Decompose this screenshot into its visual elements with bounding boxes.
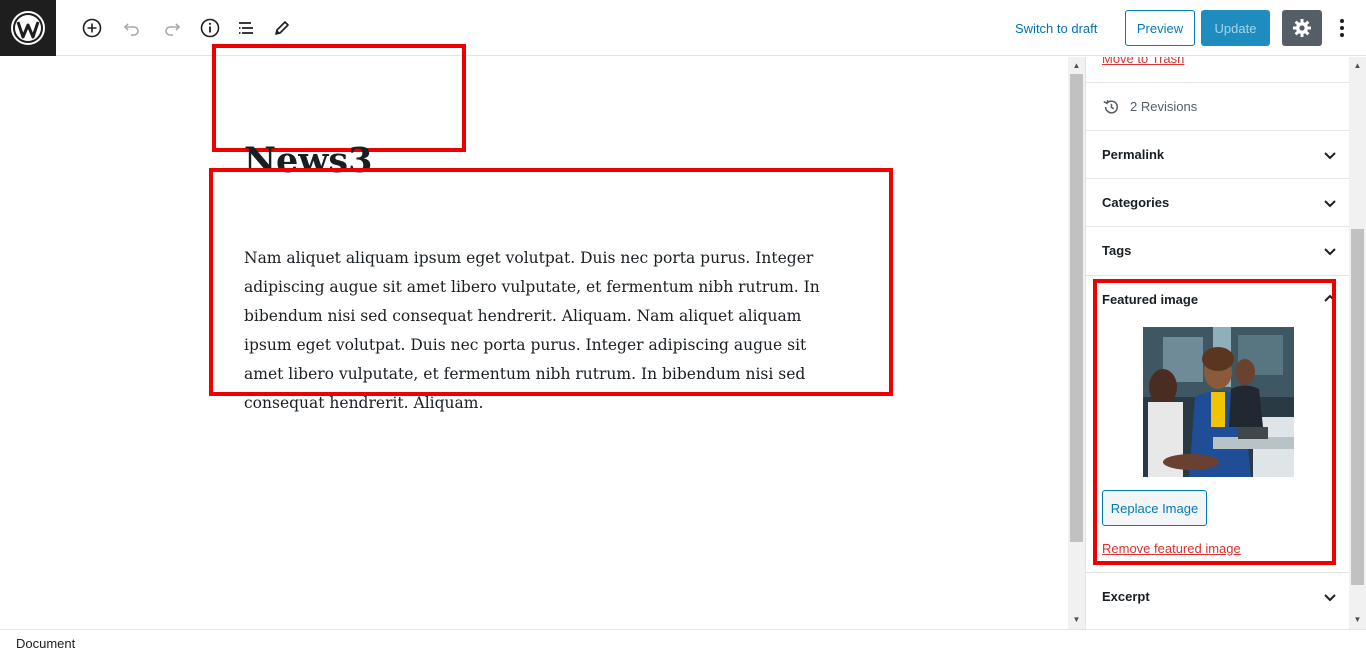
chevron-down-icon — [1324, 200, 1336, 208]
chevron-down-icon — [1324, 248, 1336, 256]
breadcrumb-document[interactable]: Document — [16, 636, 75, 651]
info-icon[interactable] — [196, 14, 224, 42]
featured-image-highlight-box — [1093, 279, 1336, 565]
panel-label: Tags — [1102, 243, 1132, 258]
paragraph-block[interactable]: Nam aliquet aliquam ipsum eget volutpat.… — [244, 244, 834, 418]
revisions-label: 2 Revisions — [1130, 99, 1198, 114]
settings-button[interactable] — [1282, 10, 1322, 46]
preview-button[interactable]: Preview — [1125, 10, 1195, 46]
panel-permalink[interactable]: Permalink — [1086, 130, 1349, 178]
history-icon — [1103, 99, 1119, 114]
scroll-down-arrow-icon[interactable]: ▼ — [1070, 612, 1083, 627]
revisions-link[interactable]: 2 Revisions — [1086, 82, 1349, 130]
move-to-trash-link[interactable]: Move to Trash — [1102, 57, 1184, 66]
editor-header: Switch to draft Preview Update — [0, 0, 1366, 56]
gear-icon — [1293, 19, 1311, 37]
pencil-icon[interactable] — [268, 14, 296, 42]
panel-tags[interactable]: Tags — [1086, 226, 1349, 274]
editor-scrollbar-thumb[interactable] — [1070, 74, 1083, 542]
scroll-up-arrow-icon[interactable]: ▲ — [1070, 58, 1083, 73]
panel-categories[interactable]: Categories — [1086, 178, 1349, 226]
plus-circle-icon[interactable] — [78, 14, 106, 42]
update-button[interactable]: Update — [1201, 10, 1270, 46]
wordpress-logo-icon[interactable] — [0, 0, 56, 56]
scroll-up-arrow-icon[interactable]: ▲ — [1351, 58, 1364, 73]
more-vertical-icon[interactable] — [1332, 14, 1352, 42]
sidebar-scrollbar-thumb[interactable] — [1351, 229, 1364, 585]
chevron-down-icon — [1324, 594, 1336, 602]
block-breadcrumb-bar: Document — [0, 629, 1366, 654]
panel-label: Excerpt — [1102, 589, 1150, 604]
switch-to-draft-button[interactable]: Switch to draft — [1008, 18, 1104, 40]
panel-label: Categories — [1102, 195, 1170, 210]
undo-icon[interactable] — [118, 14, 146, 42]
panel-excerpt[interactable]: Excerpt — [1086, 572, 1349, 620]
panel-label: Permalink — [1102, 147, 1165, 162]
scroll-down-arrow-icon[interactable]: ▼ — [1351, 612, 1364, 627]
list-icon[interactable] — [232, 14, 260, 42]
chevron-down-icon — [1324, 152, 1336, 160]
redo-icon[interactable] — [158, 14, 186, 42]
